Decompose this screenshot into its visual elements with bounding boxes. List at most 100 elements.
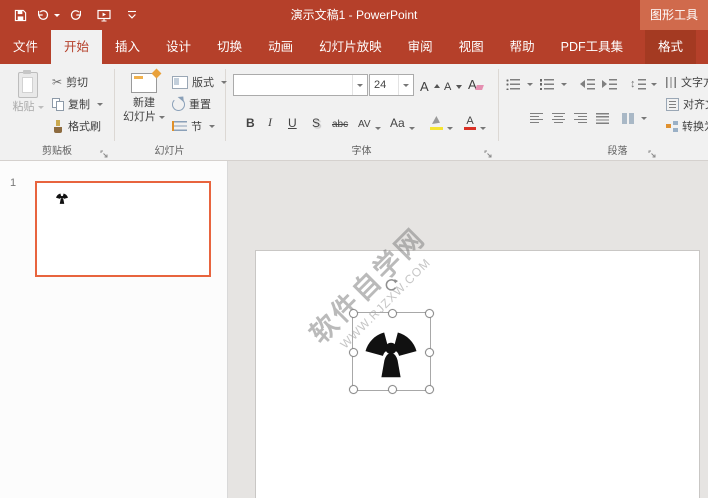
increase-indent-button[interactable] xyxy=(602,74,617,94)
resize-handle-se[interactable] xyxy=(425,385,434,394)
grow-font-button[interactable]: A xyxy=(420,76,440,96)
columns-button[interactable] xyxy=(622,108,647,128)
strikethrough-button[interactable]: abc xyxy=(332,108,348,133)
shrink-font-button[interactable]: A xyxy=(444,77,462,97)
resize-handle-e[interactable] xyxy=(425,348,434,357)
layout-button[interactable]: 版式 xyxy=(172,72,227,92)
copy-icon xyxy=(52,98,64,111)
underline-label: U xyxy=(288,116,297,130)
chevron-down-icon xyxy=(409,127,415,130)
new-slide-button[interactable]: 新建 幻灯片 xyxy=(118,70,170,140)
indent-right-icon xyxy=(602,80,607,88)
format-painter-label: 格式刷 xyxy=(68,118,101,134)
chevron-down-icon xyxy=(357,84,363,87)
redo-button[interactable] xyxy=(62,0,90,30)
shrink-font-label: A xyxy=(444,81,451,93)
undo-button[interactable] xyxy=(34,0,62,30)
resize-handle-w[interactable] xyxy=(349,348,358,357)
reset-button[interactable]: 重置 xyxy=(172,94,211,114)
tab-design[interactable]: 设计 xyxy=(153,30,204,64)
font-dialog-launcher[interactable] xyxy=(484,146,494,156)
contextual-tool-header: 图形工具 xyxy=(640,0,708,30)
tab-slideshow[interactable]: 幻灯片放映 xyxy=(306,30,395,64)
italic-button[interactable]: I xyxy=(268,108,272,133)
tab-format[interactable]: 格式 xyxy=(645,30,696,64)
text-shadow-button[interactable]: S xyxy=(312,108,320,133)
align-text-button[interactable]: 对齐文本 xyxy=(666,94,708,114)
tab-review[interactable]: 审阅 xyxy=(395,30,446,64)
text-direction-button[interactable]: 文字方向 xyxy=(666,72,708,92)
font-color-button[interactable]: A xyxy=(464,108,486,133)
resize-handle-n[interactable] xyxy=(388,309,397,318)
slide-surface[interactable] xyxy=(255,250,700,498)
align-text-label: 对齐文本 xyxy=(683,96,708,112)
shape-selection[interactable] xyxy=(352,312,431,391)
radiation-person-shape[interactable] xyxy=(361,322,421,382)
redo-icon xyxy=(70,9,83,21)
tab-insert[interactable]: 插入 xyxy=(102,30,153,64)
customize-qat-button[interactable] xyxy=(118,0,146,30)
smartart-icon xyxy=(666,121,678,132)
copy-label: 复制 xyxy=(68,96,90,112)
font-size-combobox[interactable]: 24 xyxy=(369,74,414,96)
new-slide-icon xyxy=(131,73,157,93)
editing-canvas[interactable]: 软件自学网 WWW.RJZXW.COM xyxy=(228,161,708,498)
paragraph-dialog-launcher[interactable] xyxy=(648,146,658,156)
justify-button[interactable] xyxy=(596,108,609,128)
section-button[interactable]: 节 xyxy=(172,116,215,136)
save-icon xyxy=(14,9,27,22)
rotate-icon xyxy=(384,278,398,292)
character-spacing-button[interactable]: AV xyxy=(358,108,381,133)
format-painter-button[interactable]: 格式刷 xyxy=(52,116,101,136)
font-name-combobox[interactable] xyxy=(233,74,368,96)
convert-smartart-button[interactable]: 转换为SmartArt xyxy=(666,116,708,136)
dialog-launcher-icon xyxy=(484,150,493,159)
slideshow-icon xyxy=(97,9,111,22)
rotate-handle[interactable] xyxy=(384,278,398,292)
text-direction-label: 文字方向 xyxy=(681,74,708,90)
text-highlight-button[interactable] xyxy=(430,108,453,133)
reset-label: 重置 xyxy=(189,96,211,112)
align-left-button[interactable] xyxy=(530,108,543,128)
start-slideshow-button[interactable] xyxy=(90,0,118,30)
bullets-button[interactable] xyxy=(506,74,533,94)
save-button[interactable] xyxy=(6,0,34,30)
decrease-indent-button[interactable] xyxy=(580,74,595,94)
resize-handle-ne[interactable] xyxy=(425,309,434,318)
resize-handle-sw[interactable] xyxy=(349,385,358,394)
tab-help[interactable]: 帮助 xyxy=(497,30,548,64)
font-size-value: 24 xyxy=(370,79,398,91)
resize-handle-s[interactable] xyxy=(388,385,397,394)
paste-button[interactable]: 粘贴 xyxy=(6,70,50,140)
tab-view[interactable]: 视图 xyxy=(446,30,497,64)
clipboard-dialog-launcher[interactable] xyxy=(100,146,110,156)
chevron-down-icon xyxy=(447,127,453,130)
bold-button[interactable]: B xyxy=(246,108,255,133)
underline-button[interactable]: U xyxy=(288,108,297,133)
new-slide-label-1: 新建 xyxy=(133,97,155,110)
copy-button[interactable]: 复制 xyxy=(52,94,103,114)
format-painter-icon xyxy=(52,120,64,133)
line-spacing-button[interactable]: ↕ xyxy=(630,74,657,94)
tab-animations[interactable]: 动画 xyxy=(255,30,306,64)
font-name-dropdown[interactable] xyxy=(352,75,367,95)
slide-thumbnail[interactable] xyxy=(35,181,211,277)
align-center-button[interactable] xyxy=(552,108,565,128)
numbering-button[interactable] xyxy=(540,74,567,94)
tab-pdf-tools[interactable]: PDF工具集 xyxy=(548,30,637,64)
cut-button[interactable]: ✂ 剪切 xyxy=(52,72,88,92)
resize-handle-nw[interactable] xyxy=(349,309,358,318)
clear-formatting-button[interactable]: A xyxy=(468,74,483,94)
align-left-icon xyxy=(530,113,543,124)
tab-transitions[interactable]: 切换 xyxy=(204,30,255,64)
font-size-dropdown[interactable] xyxy=(398,75,413,95)
ribbon: 粘贴 ✂ 剪切 复制 格式刷 剪贴板 新建 幻灯片 版式 重置 节 幻灯片 xyxy=(0,64,708,161)
tab-home[interactable]: 开始 xyxy=(51,30,102,64)
align-right-button[interactable] xyxy=(574,108,587,128)
change-case-button[interactable]: Aa xyxy=(390,108,415,133)
triangle-up-icon xyxy=(434,84,440,88)
convert-smartart-label: 转换为SmartArt xyxy=(682,118,708,134)
tab-file[interactable]: 文件 xyxy=(0,30,51,64)
columns-icon xyxy=(622,113,634,124)
chevron-down-icon xyxy=(38,106,44,109)
